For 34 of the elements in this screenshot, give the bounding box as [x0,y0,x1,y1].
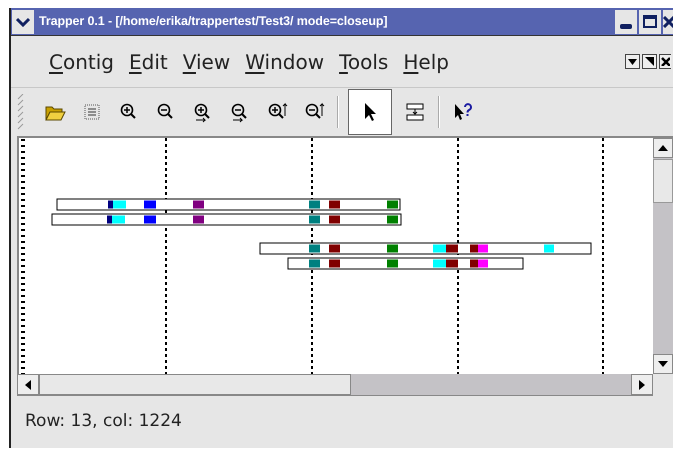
menu-item[interactable]: Tools [339,46,388,76]
align-icon [404,101,426,123]
horizontal-scrollbar[interactable] [17,374,653,396]
arrow-down-icon [658,361,668,367]
maximize-icon [643,15,657,28]
menu-item[interactable]: Window [245,46,324,76]
arrow-up-icon [658,145,668,151]
close-child-button[interactable] [659,54,671,69]
restore-button[interactable] [642,54,657,69]
menu-item[interactable]: View [182,46,230,76]
minimize-button[interactable] [615,10,637,34]
window-title: Trapper 0.1 - [/home/erika/trappertest/Test3/ mode=closeup] [39,13,388,30]
triangle-down-icon [628,58,637,64]
close-icon [661,57,670,66]
scrollbar-thumb[interactable] [39,374,351,395]
window-menu-button[interactable] [12,10,34,34]
corner-arrow-icon [645,57,654,66]
menu-item[interactable]: Contig [49,46,114,76]
menu-item[interactable]: Help [403,46,449,76]
toolbar-handle-icon [17,94,25,130]
menu-item[interactable]: Edit [128,46,168,76]
maximize-button[interactable] [639,10,661,34]
close-button[interactable] [663,10,673,34]
dropdown-button[interactable] [625,54,640,69]
minimize-icon [620,24,632,28]
toolbar-button[interactable] [348,89,392,135]
chevron-down-icon [16,16,30,26]
arrow-left-icon [25,380,31,390]
vertical-scrollbar[interactable] [653,138,673,374]
status-text: Row: 13, col: 1224 [25,410,182,434]
arrow-right-icon [639,380,645,390]
help-pointer-icon [452,101,474,123]
scrollbar-thumb[interactable] [653,159,673,203]
close-icon [663,16,673,28]
